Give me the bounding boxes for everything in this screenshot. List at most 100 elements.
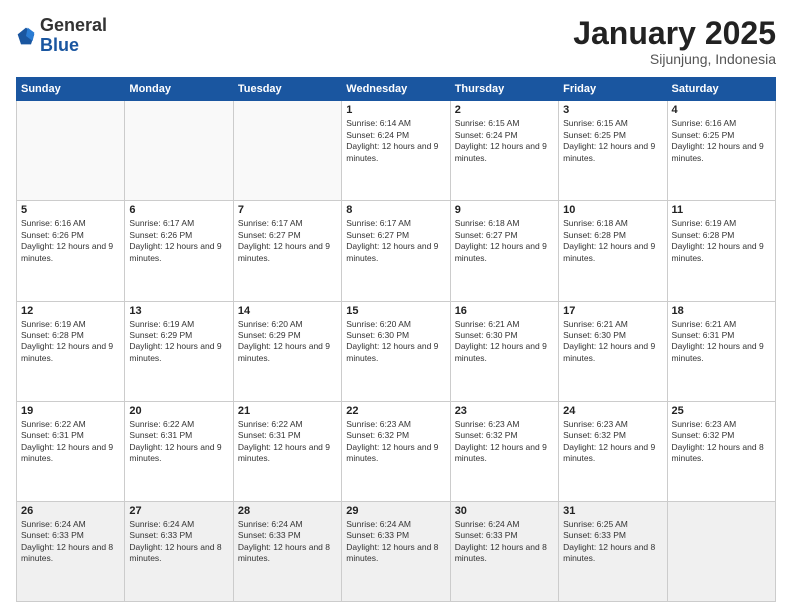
calendar-cell: 30 Sunrise: 6:24 AMSunset: 6:33 PMDayligh…	[450, 501, 558, 601]
calendar-cell: 13 Sunrise: 6:19 AMSunset: 6:29 PMDayligh…	[125, 301, 233, 401]
calendar-week-row: 5Sunrise: 6:16 AMSunset: 6:26 PMDaylight…	[17, 201, 776, 301]
calendar-cell: 15 Sunrise: 6:20 AMSunset: 6:30 PMDayligh…	[342, 301, 450, 401]
title-block: January 2025 Sijunjung, Indonesia	[573, 16, 776, 67]
day-number: 12	[21, 305, 120, 317]
column-header-monday: Monday	[125, 78, 233, 101]
cell-content: Sunrise: 6:15 AMSunset: 6:25 PMDaylight:…	[563, 118, 662, 164]
cell-content: Sunrise: 6:22 AMSunset: 6:31 PMDaylight:…	[21, 419, 120, 465]
header: General Blue January 2025 Sijunjung, Ind…	[16, 16, 776, 67]
day-number: 5	[21, 204, 120, 216]
day-number: 8	[346, 204, 445, 216]
calendar-cell	[667, 501, 775, 601]
calendar-cell: 27Sunrise: 6:24 AMSunset: 6:33 PMDayligh…	[125, 501, 233, 601]
day-number: 13	[129, 305, 228, 317]
calendar-cell: 22Sunrise: 6:23 AMSunset: 6:32 PMDayligh…	[342, 401, 450, 501]
cell-content: Sunrise: 6:18 AMSunset: 6:27 PMDaylight:…	[455, 218, 554, 264]
day-number: 1	[346, 104, 445, 116]
calendar-cell: 31 Sunrise: 6:25 AMSunset: 6:33 PMDayligh…	[559, 501, 667, 601]
day-number: 26	[21, 505, 120, 517]
cell-content: Sunrise: 6:20 AMSunset: 6:29 PMDaylight:…	[238, 319, 337, 365]
day-number: 4	[672, 104, 771, 116]
day-number: 30	[455, 505, 554, 517]
calendar-cell: 14 Sunrise: 6:20 AMSunset: 6:29 PMDayligh…	[233, 301, 341, 401]
cell-content: Sunrise: 6:17 AMSunset: 6:27 PMDaylight:…	[346, 218, 445, 264]
logo-general: General	[40, 15, 107, 35]
cell-content: Sunrise: 6:16 AMSunset: 6:25 PMDaylight:…	[672, 118, 771, 164]
day-number: 7	[238, 204, 337, 216]
day-number: 23	[455, 405, 554, 417]
cell-content: Sunrise: 6:21 AMSunset: 6:30 PMDaylight:…	[563, 319, 662, 365]
calendar-cell: 12Sunrise: 6:19 AMSunset: 6:28 PMDayligh…	[17, 301, 125, 401]
calendar-cell: 18 Sunrise: 6:21 AMSunset: 6:31 PMDayligh…	[667, 301, 775, 401]
cell-content: Sunrise: 6:24 AMSunset: 6:33 PMDaylight:…	[455, 519, 554, 565]
calendar-table: SundayMondayTuesdayWednesdayThursdayFrid…	[16, 77, 776, 602]
calendar-cell: 25 Sunrise: 6:23 AMSunset: 6:32 PMDayligh…	[667, 401, 775, 501]
cell-content: Sunrise: 6:19 AMSunset: 6:29 PMDaylight:…	[129, 319, 228, 365]
cell-content: Sunrise: 6:22 AMSunset: 6:31 PMDaylight:…	[238, 419, 337, 465]
calendar-cell: 19Sunrise: 6:22 AMSunset: 6:31 PMDayligh…	[17, 401, 125, 501]
calendar-header-row: SundayMondayTuesdayWednesdayThursdayFrid…	[17, 78, 776, 101]
column-header-friday: Friday	[559, 78, 667, 101]
day-number: 27	[129, 505, 228, 517]
calendar-cell: 6 Sunrise: 6:17 AMSunset: 6:26 PMDaylight…	[125, 201, 233, 301]
calendar-cell: 2 Sunrise: 6:15 AMSunset: 6:24 PMDaylight…	[450, 101, 558, 201]
calendar-week-row: 19Sunrise: 6:22 AMSunset: 6:31 PMDayligh…	[17, 401, 776, 501]
day-number: 9	[455, 204, 554, 216]
cell-content: Sunrise: 6:21 AMSunset: 6:31 PMDaylight:…	[672, 319, 771, 365]
calendar-cell: 26Sunrise: 6:24 AMSunset: 6:33 PMDayligh…	[17, 501, 125, 601]
cell-content: Sunrise: 6:23 AMSunset: 6:32 PMDaylight:…	[672, 419, 771, 465]
day-number: 31	[563, 505, 662, 517]
cell-content: Sunrise: 6:20 AMSunset: 6:30 PMDaylight:…	[346, 319, 445, 365]
calendar-cell: 3 Sunrise: 6:15 AMSunset: 6:25 PMDaylight…	[559, 101, 667, 201]
day-number: 25	[672, 405, 771, 417]
calendar-cell: 4 Sunrise: 6:16 AMSunset: 6:25 PMDaylight…	[667, 101, 775, 201]
cell-content: Sunrise: 6:23 AMSunset: 6:32 PMDaylight:…	[563, 419, 662, 465]
day-number: 21	[238, 405, 337, 417]
calendar-cell: 24 Sunrise: 6:23 AMSunset: 6:32 PMDayligh…	[559, 401, 667, 501]
cell-content: Sunrise: 6:25 AMSunset: 6:33 PMDaylight:…	[563, 519, 662, 565]
cell-content: Sunrise: 6:24 AMSunset: 6:33 PMDaylight:…	[346, 519, 445, 565]
day-number: 10	[563, 204, 662, 216]
cell-content: Sunrise: 6:22 AMSunset: 6:31 PMDaylight:…	[129, 419, 228, 465]
calendar-cell: 16 Sunrise: 6:21 AMSunset: 6:30 PMDayligh…	[450, 301, 558, 401]
calendar-cell: 10 Sunrise: 6:18 AMSunset: 6:28 PMDayligh…	[559, 201, 667, 301]
cell-content: Sunrise: 6:21 AMSunset: 6:30 PMDaylight:…	[455, 319, 554, 365]
calendar-cell: 17Sunrise: 6:21 AMSunset: 6:30 PMDayligh…	[559, 301, 667, 401]
cell-content: Sunrise: 6:19 AMSunset: 6:28 PMDaylight:…	[672, 218, 771, 264]
column-header-thursday: Thursday	[450, 78, 558, 101]
column-header-saturday: Saturday	[667, 78, 775, 101]
calendar-cell: 1 Sunrise: 6:14 AMSunset: 6:24 PMDaylight…	[342, 101, 450, 201]
day-number: 22	[346, 405, 445, 417]
cell-content: Sunrise: 6:18 AMSunset: 6:28 PMDaylight:…	[563, 218, 662, 264]
calendar-week-row: 26 Sunrise: 6:24 AMSunset: 6:33 PMDayligh…	[17, 501, 776, 601]
day-number: 15	[346, 305, 445, 317]
calendar-cell: 21 Sunrise: 6:22 AMSunset: 6:31 PMDayligh…	[233, 401, 341, 501]
column-header-sunday: Sunday	[17, 78, 125, 101]
calendar-cell: 29Sunrise: 6:24 AMSunset: 6:33 PMDayligh…	[342, 501, 450, 601]
cell-content: Sunrise: 6:17 AMSunset: 6:26 PMDaylight:…	[129, 218, 228, 264]
day-number: 20	[129, 405, 228, 417]
calendar-cell: 9 Sunrise: 6:18 AMSunset: 6:27 PMDaylight…	[450, 201, 558, 301]
calendar-week-row: 12Sunrise: 6:19 AMSunset: 6:28 PMDayligh…	[17, 301, 776, 401]
day-number: 24	[563, 405, 662, 417]
day-number: 2	[455, 104, 554, 116]
cell-content: Sunrise: 6:15 AMSunset: 6:24 PMDaylight:…	[455, 118, 554, 164]
calendar-cell	[17, 101, 125, 201]
column-header-wednesday: Wednesday	[342, 78, 450, 101]
day-number: 6	[129, 204, 228, 216]
day-number: 16	[455, 305, 554, 317]
day-number: 11	[672, 204, 771, 216]
logo: General Blue	[16, 16, 107, 56]
day-number: 14	[238, 305, 337, 317]
calendar-cell: 28Sunrise: 6:24 AMSunset: 6:33 PMDayligh…	[233, 501, 341, 601]
logo-text: General Blue	[40, 16, 107, 56]
day-number: 18	[672, 305, 771, 317]
calendar-cell: 8 Sunrise: 6:17 AMSunset: 6:27 PMDaylight…	[342, 201, 450, 301]
location-subtitle: Sijunjung, Indonesia	[573, 51, 776, 67]
cell-content: Sunrise: 6:14 AMSunset: 6:24 PMDaylight:…	[346, 118, 445, 164]
page: General Blue January 2025 Sijunjung, Ind…	[0, 0, 792, 612]
day-number: 3	[563, 104, 662, 116]
calendar-cell: 11 Sunrise: 6:19 AMSunset: 6:28 PMDayligh…	[667, 201, 775, 301]
month-title: January 2025	[573, 16, 776, 51]
cell-content: Sunrise: 6:17 AMSunset: 6:27 PMDaylight:…	[238, 218, 337, 264]
